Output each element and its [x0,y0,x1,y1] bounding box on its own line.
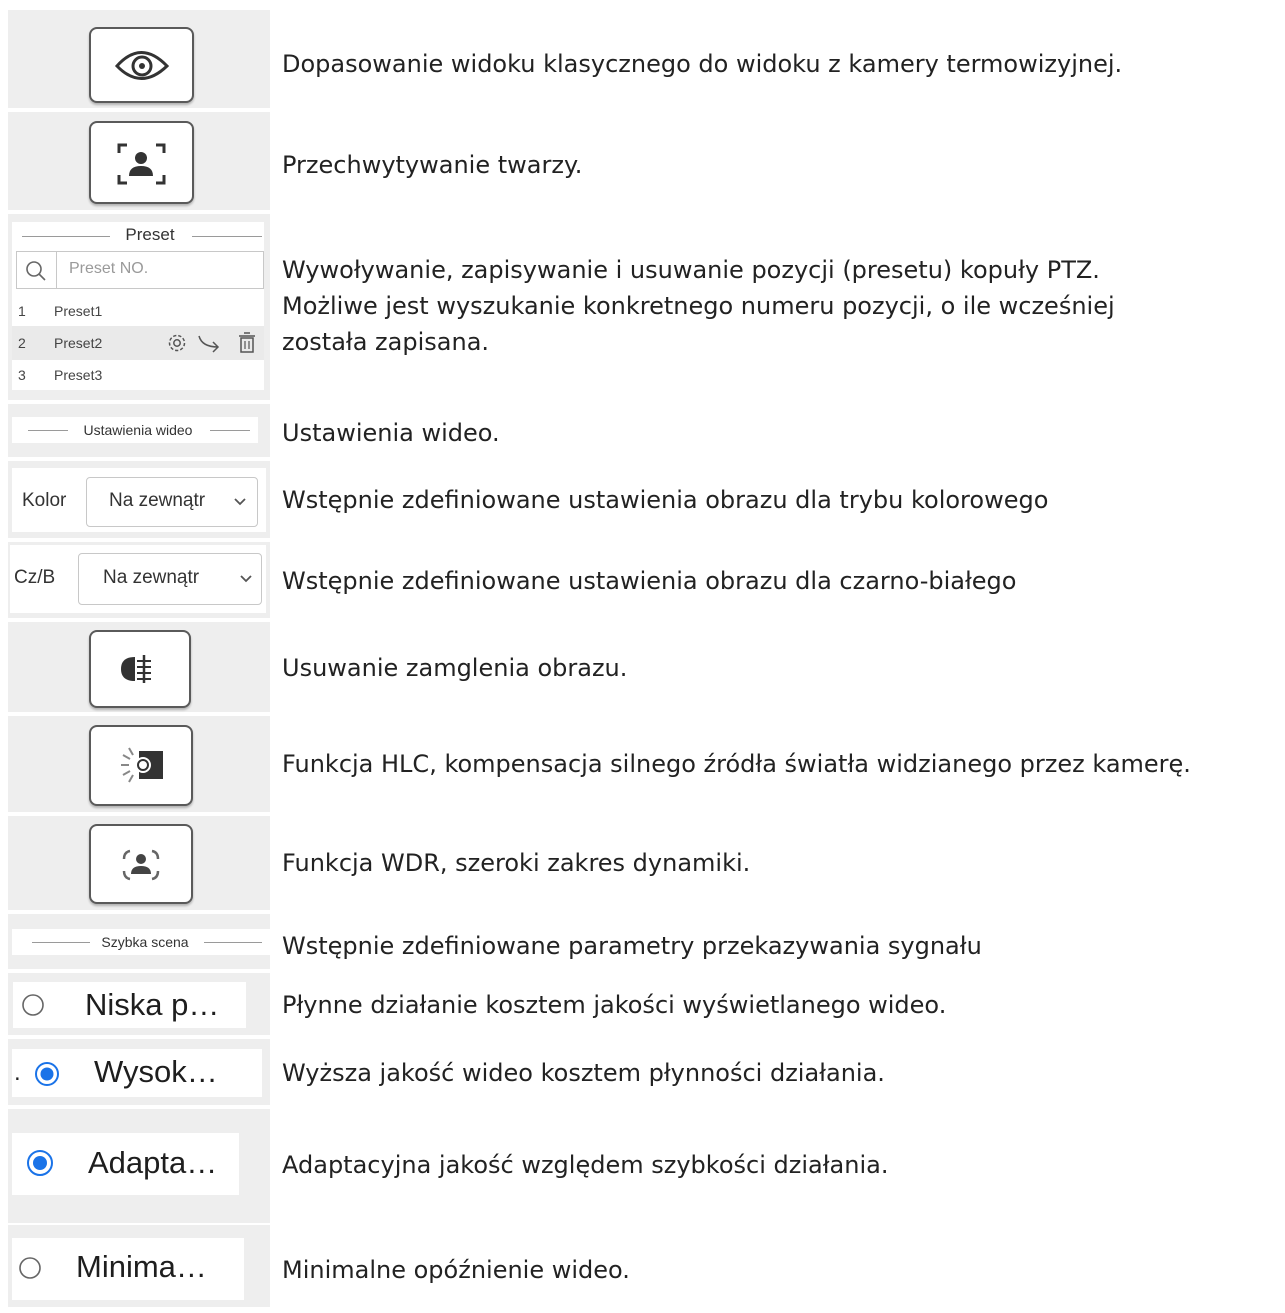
wdr-button[interactable] [89,824,193,904]
hlc-icon [121,747,163,783]
video-settings-title: Ustawienia wideo [83,422,193,438]
go-to-preset-icon[interactable] [196,332,222,354]
search-icon [26,261,46,281]
divider [32,942,90,943]
face-capture-button[interactable] [89,121,194,204]
hlc-button[interactable] [89,725,193,806]
row-description: Ustawienia wideo. [282,419,500,447]
row-description: Wstępnie zdefiniowane ustawienia obrazu … [282,486,1049,514]
radio-option-high[interactable]: . Wysok… [12,1049,262,1097]
preset-list-item[interactable]: 3 Preset3 [12,362,264,390]
wdr-icon [122,849,160,881]
preset-number: 2 [18,335,26,351]
gear-icon[interactable] [166,332,188,354]
bw-mode-select[interactable]: Na zewnątr [78,553,262,605]
row-description: Funkcja HLC, kompensacja silnego źródła … [282,750,1191,778]
preset-number: 3 [18,367,26,383]
divider [204,942,262,943]
radio-option-low[interactable]: Niska p… [13,982,246,1028]
chevron-down-icon [240,575,252,583]
eye-icon [114,51,170,80]
row-description: Funkcja WDR, szeroki zakres dynamiki. [282,849,751,877]
face-capture-icon [117,143,166,185]
preset-title: Preset [125,225,175,244]
row-description: Wyższa jakość wideo kosztem płynności dz… [282,1059,885,1087]
radio-option-minimal[interactable]: Minima… [12,1238,244,1300]
radio-option-adaptive[interactable]: Adapta… [12,1133,239,1195]
row-description: została zapisana. [282,328,490,356]
radio-checked-icon [35,1062,59,1086]
color-mode-select[interactable]: Na zewnątr [86,477,258,527]
defog-button[interactable] [89,630,191,708]
row-description: Usuwanie zamglenia obrazu. [282,654,628,682]
quick-scene-header: Szybka scena [12,929,270,955]
chevron-down-icon [234,498,246,506]
row-description: Adaptacyjna jakość względem szybkości dz… [282,1151,889,1179]
preset-number: 1 [18,303,26,319]
radio-label: Wysok… [94,1054,218,1089]
radio-label: Minima… [76,1249,207,1284]
preset-search[interactable]: Preset NO. [16,251,264,289]
color-select-label: Kolor [22,490,67,511]
preset-list-item-selected[interactable]: 2 Preset2 [12,326,264,360]
row-description: Wstępnie zdefiniowane parametry przekazy… [282,932,982,960]
row-description: Wstępnie zdefiniowane ustawienia obrazu … [282,567,1017,595]
preset-name: Preset3 [54,367,103,383]
row-description: Wywoływanie, zapisywanie i usuwanie pozy… [282,256,1100,284]
bw-select-label: Cz/B [14,567,56,588]
bw-select-wrapper: Cz/B Na zewnątr [10,545,266,613]
row-description: Minimalne opóźnienie wideo. [282,1256,630,1284]
radio-checked-icon [27,1150,53,1176]
row-description: Możliwe jest wyszukanie konkretnego nume… [282,292,1115,320]
radio-prefix: . [14,1059,21,1086]
row-description: Przechwytywanie twarzy. [282,151,583,179]
defog-icon [121,655,151,683]
divider [28,430,68,431]
radio-label: Niska p… [85,987,220,1022]
color-select-value: Na zewnątr [109,490,206,511]
preset-list-item[interactable]: 1 Preset1 [12,296,264,326]
radio-unchecked-icon [22,994,44,1016]
thermal-align-button[interactable] [89,27,194,103]
divider [210,430,250,431]
row-description: Płynne działanie kosztem jakości wyświet… [282,991,947,1019]
color-select-wrapper: Kolor Na zewnątr [12,468,266,532]
preset-number-input[interactable]: Preset NO. [69,260,148,278]
preset-name: Preset1 [54,303,103,319]
radio-unchecked-icon [19,1257,41,1279]
quick-scene-title: Szybka scena [101,934,189,950]
video-settings-header: Ustawienia wideo [12,417,258,443]
radio-label: Adapta… [88,1145,218,1180]
preset-name: Preset2 [54,335,103,351]
preset-panel: Preset Preset NO. 1 Preset1 2 Preset2 3 … [12,222,264,390]
divider [56,252,57,288]
divider [22,236,110,237]
trash-icon[interactable] [236,331,258,355]
row-description: Dopasowanie widoku klasycznego do widoku… [282,50,1123,78]
divider [192,236,262,237]
bw-select-value: Na zewnątr [103,567,200,588]
